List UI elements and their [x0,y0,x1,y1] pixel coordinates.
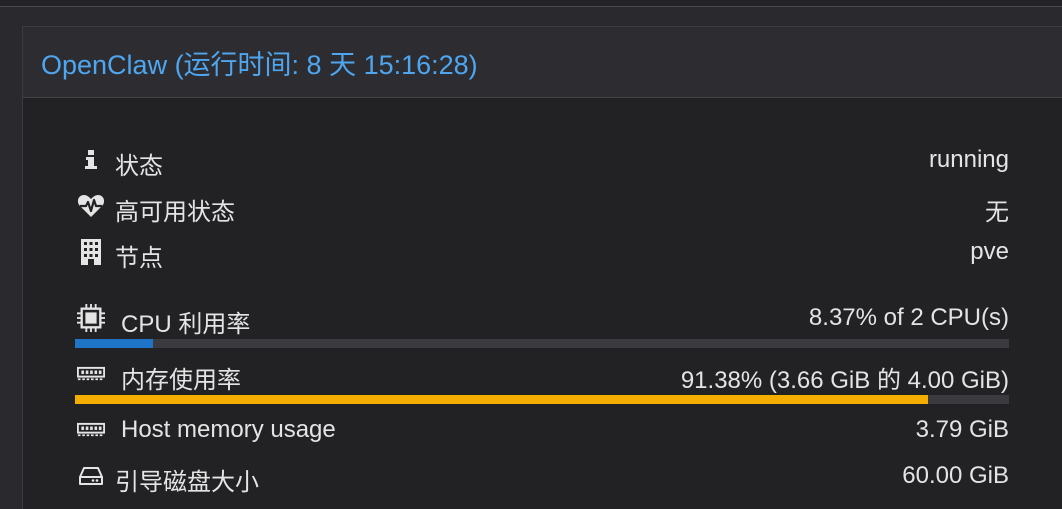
memory-row: 内存使用率 91.38% (3.66 GiB 的 4.00 GiB) [77,357,1009,394]
boot-disk-label: 引导磁盘大小 [115,469,259,496]
node-value: pve [970,238,1009,265]
status-label: 状态 [115,153,163,180]
heartbeat-icon [77,189,105,223]
cpu-value: 8.37% of 2 CPU(s) [808,304,1009,331]
cpu-row: CPU 利用率 8.37% of 2 CPU(s) [77,301,1009,338]
host-memory-value: 3.79 GiB [915,416,1009,443]
cpu-usage-fill [75,339,154,348]
memory-value: 91.38% (3.66 GiB 的 4.00 GiB) [680,367,1009,394]
status-row: 状态 running [77,143,1009,180]
vm-summary-panel: OpenClaw (运行时间: 8 天 15:16:28) 状态 running… [22,26,1062,509]
boot-disk-value: 60.00 GiB [902,462,1009,489]
memory-label: 内存使用率 [121,367,241,394]
panel-header: OpenClaw (运行时间: 8 天 15:16:28) [23,27,1062,98]
boot-disk-row: 引导磁盘大小 60.00 GiB [77,459,1009,496]
building-icon [77,235,105,269]
cpu-usage-bar [75,339,1009,348]
memory-icon [77,413,105,447]
host-memory-row: Host memory usage 3.79 GiB [77,413,1009,447]
top-border [0,0,1062,7]
node-label: 节点 [115,245,163,272]
ha-state-row: 高可用状态 无 [77,189,1009,226]
host-memory-label: Host memory usage [121,416,336,443]
memory-usage-fill [75,395,929,404]
cpu-icon [77,301,105,335]
ha-state-value: 无 [985,199,1009,226]
panel-title: OpenClaw (运行时间: 8 天 15:16:28) [41,50,478,80]
memory-icon [77,357,105,391]
status-value: running [928,146,1009,173]
node-row: 节点 pve [77,235,1009,272]
ha-state-label: 高可用状态 [115,199,235,226]
memory-usage-bar [75,395,1009,404]
info-icon [77,143,105,177]
hard-drive-icon [77,459,105,493]
cpu-label: CPU 利用率 [121,311,251,338]
